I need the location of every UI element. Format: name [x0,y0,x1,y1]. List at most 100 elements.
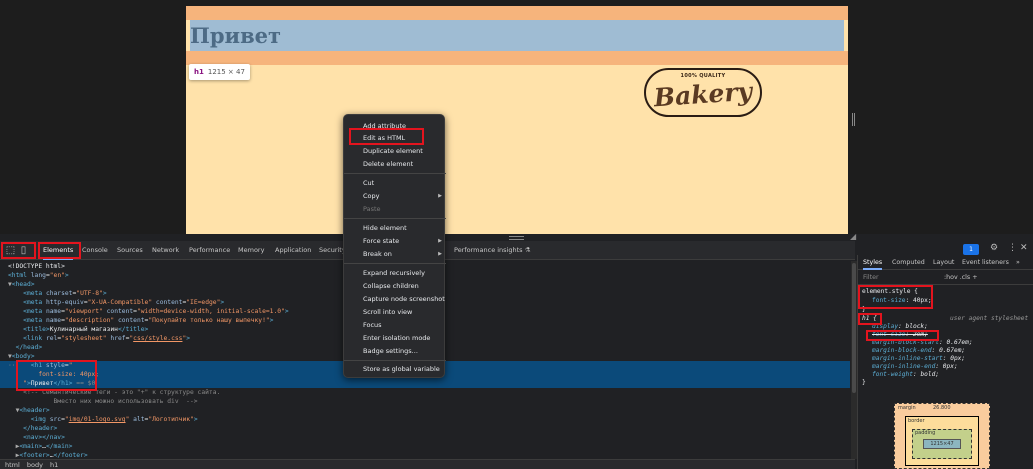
tab-security[interactable]: Security [319,241,346,260]
inspect-tooltip: h1 1215 × 47 [189,64,250,80]
menu-item-duplicate-element[interactable]: Duplicate element [344,145,446,158]
tooltip-dimensions: 1215 × 47 [207,68,245,76]
box-margin-label: margin [898,405,916,411]
menu-item-hide-element[interactable]: Hide element [344,222,446,235]
menu-item-force-state[interactable]: Force state ▶ [344,235,446,248]
resize-grip-icon[interactable]: ◢ [850,233,856,241]
ua-property[interactable]: display: block; [872,323,928,331]
styles-tab-bar: Styles Computed Layout Event listeners » [858,255,1033,270]
tab-layout[interactable]: Layout [933,255,954,270]
breadcrumb-h1[interactable]: h1 [50,461,58,469]
element-style-selector: element.style { [862,288,918,295]
inspect-element-icon[interactable]: ⬚ [4,244,17,257]
menu-separator [344,218,446,219]
dom-scrollbar-thumb[interactable] [852,263,856,393]
tab-application[interactable]: Application [275,241,311,260]
tab-elements[interactable]: Elements [43,241,74,260]
menu-item-cut[interactable]: Cut [344,177,446,190]
dom-node-line[interactable]: <img src="img/01-logo.svg" alt="Логотипч… [0,415,850,424]
box-padding-label: padding [915,430,936,436]
ua-property[interactable]: margin-block-end: 0.67em; [872,347,965,355]
ua-rule-close: } [862,379,866,386]
menu-item-edit-as-html[interactable]: Edit as HTML [344,132,446,145]
menu-item-copy[interactable]: Copy ▶ [344,190,446,203]
ua-rule-selector: h1 { [862,315,877,322]
tooltip-tag: h1 [194,68,204,76]
box-margin-value: 26.800 [933,405,951,411]
dom-node-line[interactable]: ▶<main>…</main> [0,442,850,451]
styles-filter-row: Filter :hov .cls + [858,271,1033,285]
devtools-split-handle[interactable] [509,236,524,240]
breadcrumb-html[interactable]: html [5,461,20,469]
close-devtools-icon[interactable]: ✕ [1020,243,1028,253]
ua-property[interactable]: margin-inline-start: 0px; [872,355,965,363]
dom-node-line[interactable]: <!-- Семантические теги - это "+" к стру… [0,388,850,397]
context-menu: Add attribute Edit as HTML Duplicate ele… [343,114,446,378]
menu-separator [344,360,446,361]
bakery-logo[interactable]: 100% QUALITY Bakery [644,68,762,117]
tab-performance-insights[interactable]: Performance insights ⚗ [454,241,530,260]
menu-separator [344,263,446,264]
ua-property[interactable]: font-weight: bold; [872,371,939,379]
viewport-scroll-handle[interactable] [852,113,855,126]
box-content: 1215×47 [923,439,961,449]
tab-styles[interactable]: Styles [863,255,883,270]
menu-item-capture-node-screenshot[interactable]: Capture node screenshot [344,293,446,306]
issues-badge[interactable]: 1 [963,244,979,255]
settings-gear-icon[interactable]: ⚙ [990,243,998,253]
menu-item-badge-settings[interactable]: Badge settings... [344,345,446,358]
tab-event-listeners[interactable]: Event listeners [962,255,1009,270]
menu-item-scroll-into-view[interactable]: Scroll into view [344,306,446,319]
rendered-page: Привет 100% QUALITY Bakery [186,6,848,234]
submenu-arrow-icon: ▶ [438,193,442,199]
ua-stylesheet-label: user agent stylesheet [950,315,1029,322]
box-padding: padding 1215×47 [912,429,972,459]
dom-node-line[interactable]: Вместо них можно использовать div --> [0,397,850,406]
menu-item-store-as-global-variable[interactable]: Store as global variable [344,363,446,376]
submenu-arrow-icon: ▶ [438,238,442,244]
styles-filter-input[interactable]: Filter [863,274,879,281]
tab-memory[interactable]: Memory [238,241,264,260]
ua-property[interactable]: margin-block-start: 0.67em; [872,339,973,347]
tab-computed[interactable]: Computed [892,255,925,270]
element-style-close: } [862,306,866,313]
tab-performance[interactable]: Performance [189,241,230,260]
more-tabs-chevron[interactable]: » [1016,255,1020,270]
box-border: border padding 1215×47 [905,416,979,466]
menu-item-break-on[interactable]: Break on ▶ [344,248,446,261]
dom-node-line[interactable]: </header> [0,424,850,433]
dom-node-line[interactable]: ▼<header> [0,406,850,415]
page-viewport: Привет 100% QUALITY Bakery h1 1215 × 47 ◢ [0,0,1033,241]
screenshot-root: Привет 100% QUALITY Bakery h1 1215 × 47 ◢… [0,0,1033,469]
tab-network[interactable]: Network [152,241,179,260]
tab-console[interactable]: Console [82,241,108,260]
submenu-arrow-icon: ▶ [438,251,442,257]
devtools-panel: ⬚ ▯ Elements Console Sources Network Per… [0,241,1033,469]
h1-margin-overlay-top [186,6,848,20]
page-heading[interactable]: Привет [190,20,281,51]
dom-node-line[interactable]: ">Привет</h1> == $0 [0,379,850,388]
menu-item-paste[interactable]: Paste [344,203,446,216]
box-model-diagram: margin 26.800 border padding 1215×47 [894,403,990,469]
logo-wordmark: Bakery [652,76,753,113]
menu-item-collapse-children[interactable]: Collapse children [344,280,446,293]
device-toolbar-icon[interactable]: ▯ [17,244,30,257]
breadcrumb-body[interactable]: body [27,461,43,469]
dom-node-line[interactable]: <nav></nav> [0,433,850,442]
menu-item-delete-element[interactable]: Delete element [344,158,446,171]
more-options-icon[interactable]: ⋮ [1008,243,1017,253]
element-style-declaration[interactable]: font-size: 40px; [872,297,932,305]
styles-filter-tools[interactable]: :hov .cls + [944,271,977,285]
menu-item-expand-recursively[interactable]: Expand recursively [344,267,446,280]
menu-separator [344,173,446,174]
tab-sources[interactable]: Sources [117,241,143,260]
ua-property[interactable]: font-size: 2em; [872,331,928,339]
ua-property[interactable]: margin-inline-end: 0px; [872,363,958,371]
menu-item-enter-isolation-mode[interactable]: Enter isolation mode [344,332,446,345]
h1-content-overlay [190,20,844,51]
menu-item-focus[interactable]: Focus [344,319,446,332]
dom-breadcrumbs: html body h1 [0,459,855,469]
box-border-label: border [908,418,925,424]
h1-margin-overlay-bottom [186,51,848,65]
styles-pane: Styles Computed Layout Event listeners »… [857,255,1033,469]
